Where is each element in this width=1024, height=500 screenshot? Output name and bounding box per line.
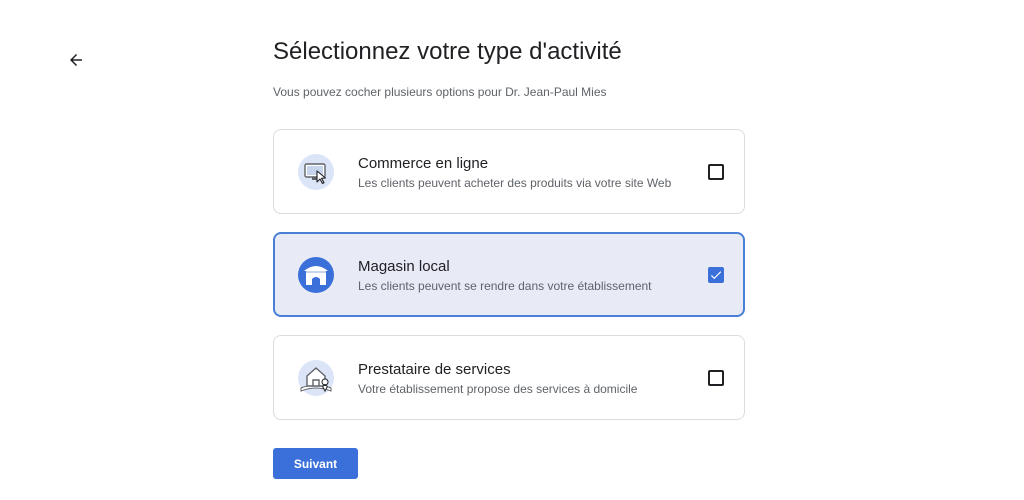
storefront-icon (298, 257, 334, 293)
check-icon (710, 271, 722, 280)
back-button[interactable] (62, 46, 90, 74)
option-description: Votre établissement propose des services… (358, 382, 638, 396)
option-description: Les clients peuvent se rendre dans votre… (358, 279, 652, 293)
option-card-service-provider[interactable]: Prestataire de services Votre établissem… (273, 335, 745, 420)
house-location-icon (298, 360, 334, 396)
next-button[interactable]: Suivant (273, 448, 358, 479)
option-card-local-store[interactable]: Magasin local Les clients peuvent se ren… (273, 232, 745, 317)
page-title: Sélectionnez votre type d'activité (273, 38, 622, 65)
option-checkbox-local-store[interactable] (708, 267, 724, 283)
monitor-cursor-icon (298, 154, 334, 190)
option-checkbox-service-provider[interactable] (708, 370, 724, 386)
option-checkbox-online-commerce[interactable] (708, 164, 724, 180)
option-title: Commerce en ligne (358, 155, 489, 172)
option-card-online-commerce[interactable]: Commerce en ligne Les clients peuvent ac… (273, 129, 745, 214)
arrow-left-icon (70, 54, 82, 66)
option-title: Magasin local (358, 258, 450, 275)
option-title: Prestataire de services (358, 361, 511, 378)
page-subtitle: Vous pouvez cocher plusieurs options pou… (273, 85, 607, 99)
option-description: Les clients peuvent acheter des produits… (358, 176, 672, 190)
